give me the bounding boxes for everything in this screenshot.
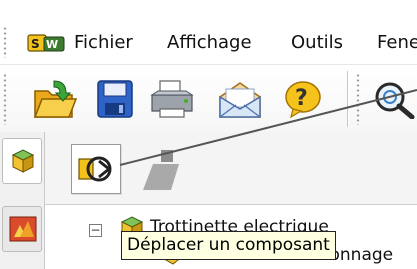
tooltip: Déplacer un composant xyxy=(121,231,336,260)
callout-line xyxy=(119,89,417,166)
